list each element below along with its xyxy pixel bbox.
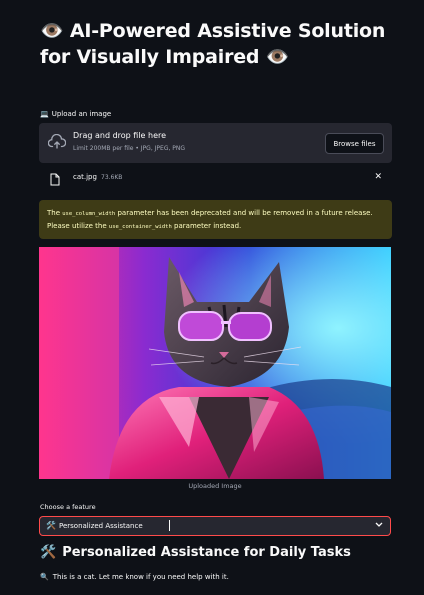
page-title: 👁️ AI-Powered Assistive Solution for Vis… [40,20,386,68]
warning-code-2: use_container_width [108,224,172,230]
dropzone-title: Drag and drop file here [73,131,167,140]
browse-files-button[interactable]: Browse files [325,133,384,154]
tools-icon: 🛠️ [40,545,57,560]
file-dropzone[interactable]: Drag and drop file here Limit 200MB per … [39,123,392,163]
assistant-response-text: This is a cat. Let me know if you need h… [52,573,229,581]
upload-label: 💻 Upload an image [40,110,111,118]
dropzone-hint: Limit 200MB per file • JPG, JPEG, PNG [73,145,186,152]
feature-select-value: Personalized Assistance [59,522,143,530]
warning-text-3: parameter instead. [171,222,242,230]
cloud-upload-icon [47,133,67,154]
magnifier-icon: 🔍 [40,573,49,581]
deprecation-warning: The use_column_width parameter has been … [39,200,392,239]
tools-icon: 🛠️ [46,521,56,530]
chevron-down-icon[interactable] [375,522,383,530]
upload-label-text: Upload an image [51,110,112,118]
file-name: cat.jpg [73,173,97,181]
assistant-response: 🔍 This is a cat. Let me know if you need… [40,573,229,581]
image-caption: Uploaded Image [188,482,242,490]
warning-text-1: The [47,209,63,217]
file-icon [50,171,60,190]
file-size: 73.6KB [101,174,123,181]
text-cursor [169,520,170,531]
uploaded-file-row: cat.jpg 73.6KB ✕ [50,170,390,188]
feature-select-label: Choose a feature [40,503,96,511]
result-heading: 🛠️ Personalized Assistance for Daily Tas… [40,545,351,560]
laptop-icon: 💻 [40,110,49,118]
result-heading-text: Personalized Assistance for Daily Tasks [62,545,351,560]
remove-file-close-icon[interactable]: ✕ [374,172,382,182]
warning-code-1: use_column_width [62,211,116,217]
feature-select[interactable]: 🛠️ Personalized Assistance [39,516,391,536]
uploaded-image [39,247,391,479]
